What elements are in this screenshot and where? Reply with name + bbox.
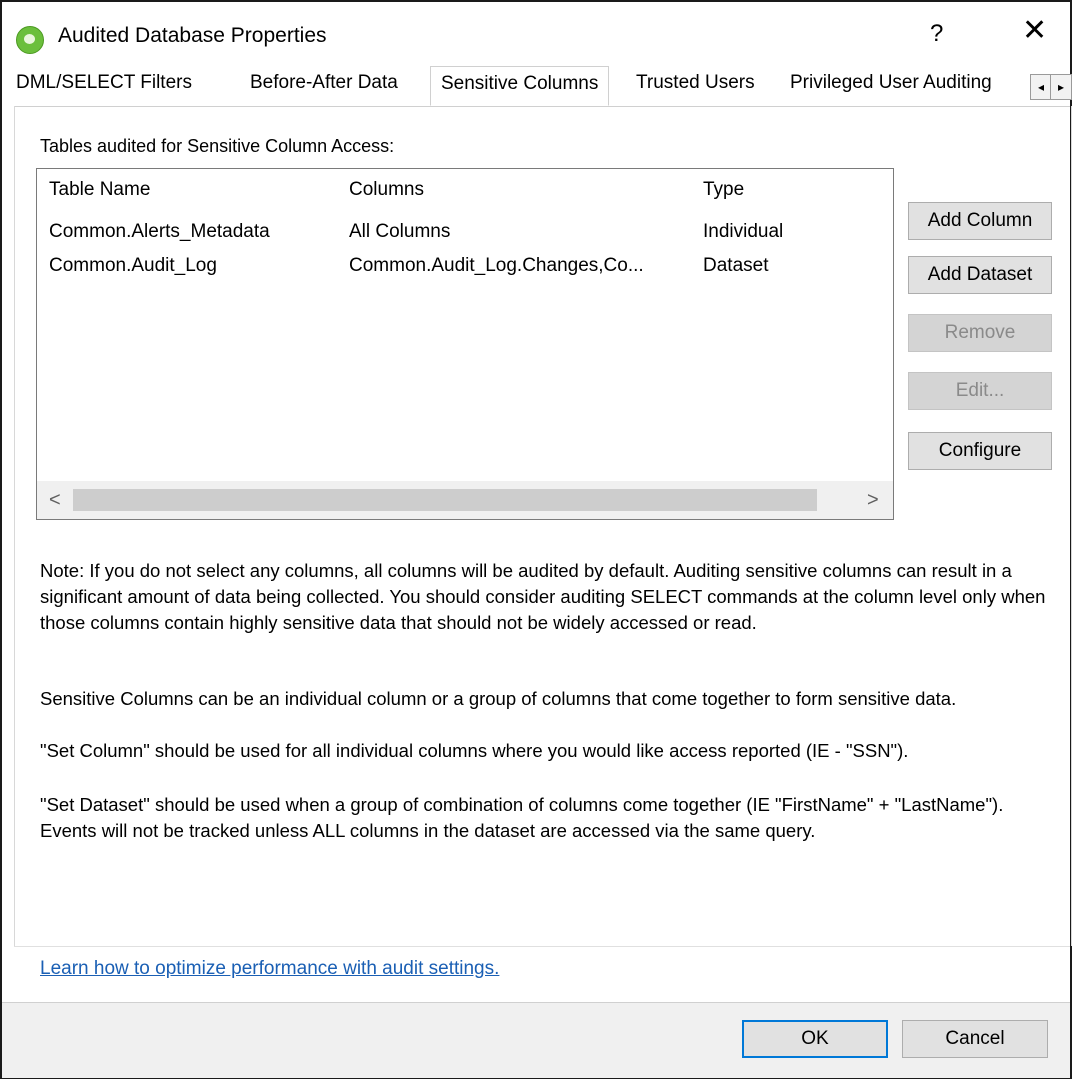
note-paragraph: Note: If you do not select any columns, … <box>40 560 1046 633</box>
help-button[interactable]: ? <box>930 20 943 48</box>
remove-button[interactable]: Remove <box>908 314 1052 352</box>
table-row-cell[interactable]: Dataset <box>703 255 768 277</box>
tab-sensitive-columns[interactable]: Sensitive Columns <box>430 66 610 106</box>
column-header-table-name[interactable]: Table Name <box>49 179 150 201</box>
close-button[interactable]: ✕ <box>1022 16 1047 46</box>
tab-dml-select-filters[interactable]: DML/SELECT Filters <box>16 72 192 94</box>
table-row-cell[interactable]: Common.Audit_Log <box>49 255 217 277</box>
set-dataset-description: "Set Dataset" should be used when a grou… <box>40 794 1004 841</box>
window-title: Audited Database Properties <box>58 24 327 47</box>
table-row-cell[interactable]: Common.Audit_Log.Changes,Co... <box>349 255 644 277</box>
divider <box>14 946 1070 947</box>
audit-settings-help-link[interactable]: Learn how to optimize performance with a… <box>40 958 499 980</box>
dialog-window: Audited Database Properties ? ✕ DML/SELE… <box>0 0 1072 1079</box>
set-column-description: "Set Column" should be used for all indi… <box>40 740 909 761</box>
tab-privileged-user-auditing[interactable]: Privileged User Auditing <box>790 72 992 94</box>
cancel-button[interactable]: Cancel <box>902 1020 1048 1058</box>
horizontal-scrollbar[interactable]: < > <box>37 481 893 519</box>
tab-scroll-left-icon[interactable]: ◂ <box>1030 74 1052 100</box>
edit-button[interactable]: Edit... <box>908 372 1052 410</box>
section-label: Tables audited for Sensitive Column Acce… <box>40 136 395 156</box>
configure-button[interactable]: Configure <box>908 432 1052 470</box>
sensitive-columns-table[interactable]: Table Name Columns Type Common.Alerts_Me… <box>36 168 894 520</box>
tab-strip: DML/SELECT Filters Before-After Data Sen… <box>14 66 1072 107</box>
add-dataset-button[interactable]: Add Dataset <box>908 256 1052 294</box>
table-row-cell[interactable]: All Columns <box>349 221 450 243</box>
ok-button[interactable]: OK <box>742 1020 888 1058</box>
title-bar: Audited Database Properties ? ✕ <box>2 2 1070 66</box>
table-row-cell[interactable]: Common.Alerts_Metadata <box>49 221 270 243</box>
column-header-type[interactable]: Type <box>703 179 744 201</box>
scroll-left-icon[interactable]: < <box>49 489 61 511</box>
app-logo-icon <box>16 26 44 54</box>
scroll-right-icon[interactable]: > <box>867 489 879 511</box>
scrollbar-thumb[interactable] <box>73 489 817 511</box>
tab-trusted-users[interactable]: Trusted Users <box>636 72 755 94</box>
column-header-columns[interactable]: Columns <box>349 179 424 201</box>
table-row-cell[interactable]: Individual <box>703 221 783 243</box>
tab-before-after-data[interactable]: Before-After Data <box>250 72 398 94</box>
add-column-button[interactable]: Add Column <box>908 202 1052 240</box>
tab-scroll-right-icon[interactable]: ▸ <box>1050 74 1072 100</box>
sensitive-columns-description: Sensitive Columns can be an individual c… <box>40 688 957 709</box>
